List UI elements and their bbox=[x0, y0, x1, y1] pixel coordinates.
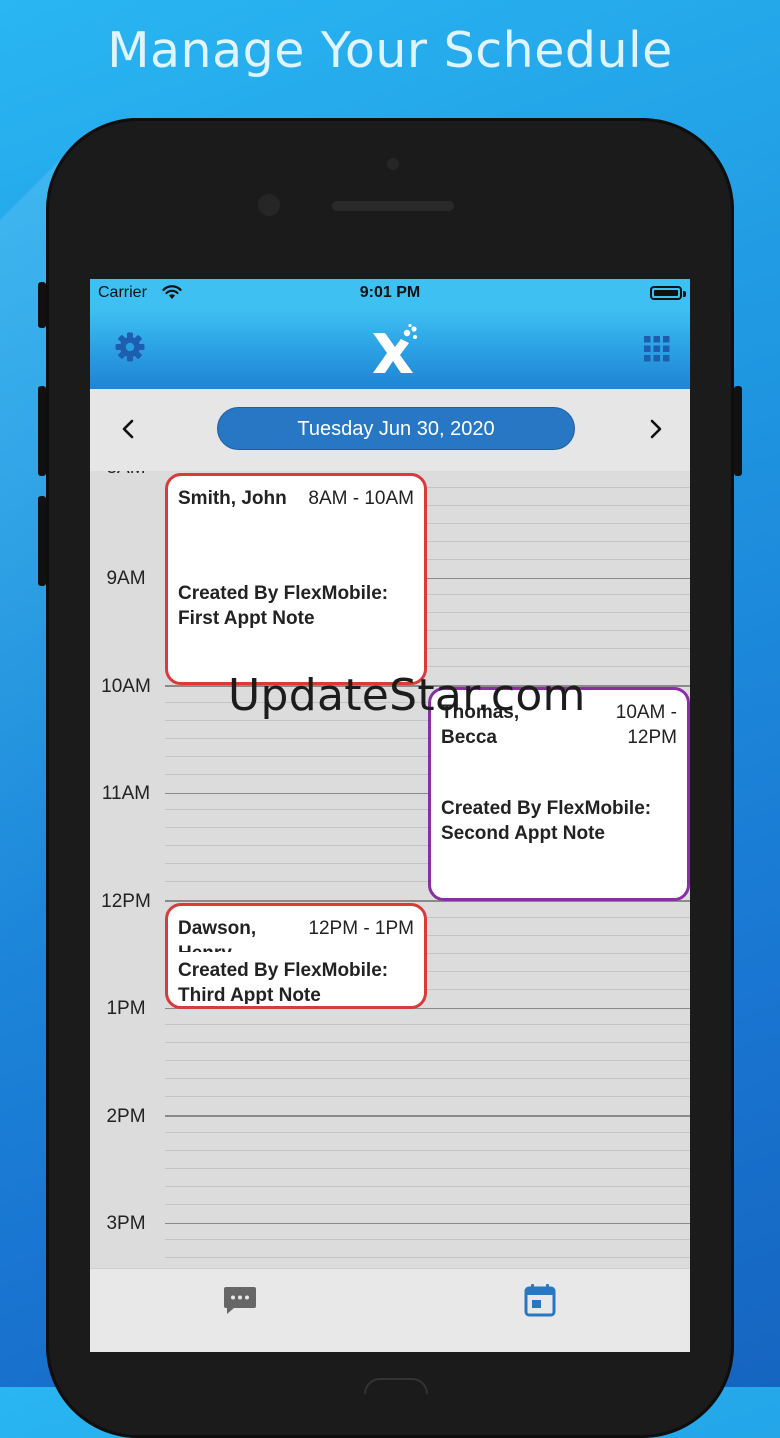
hour-label: 9AM bbox=[106, 568, 146, 589]
hour-label: 10AM bbox=[101, 676, 151, 697]
phone-volume-down bbox=[38, 496, 46, 586]
hour-label: 12PM bbox=[101, 891, 151, 912]
date-selector[interactable]: Tuesday Jun 30, 2020 bbox=[217, 407, 575, 450]
date-bar: Tuesday Jun 30, 2020 bbox=[90, 389, 690, 471]
chevron-right-icon[interactable] bbox=[642, 416, 668, 442]
battery-tip bbox=[683, 291, 686, 297]
hour-label: 11AM bbox=[101, 783, 151, 804]
appointment-note: Created By FlexMobile: First Appt Note bbox=[178, 583, 389, 629]
phone-power-button bbox=[734, 386, 742, 476]
appointment-name: Smith, John bbox=[178, 488, 287, 509]
grid-subline bbox=[165, 1024, 690, 1026]
grid-subline bbox=[165, 1185, 690, 1187]
grid-hour-line bbox=[165, 1115, 690, 1117]
flex-x-logo bbox=[373, 323, 417, 373]
phone-bottom-edge bbox=[364, 1378, 428, 1394]
battery-icon bbox=[650, 286, 682, 300]
appointment-card[interactable]: Smith, John 8AM - 10AM Created By FlexMo… bbox=[165, 473, 427, 685]
status-bar: Carrier 9:01 PM bbox=[90, 279, 690, 309]
hour-label: 3PM bbox=[106, 1213, 146, 1234]
grid-subline bbox=[165, 1203, 690, 1205]
chevron-left-icon[interactable] bbox=[116, 416, 142, 442]
phone-volume-up bbox=[38, 386, 46, 476]
appointment-note: Created By FlexMobile: Second Appt Note bbox=[441, 798, 652, 844]
grid-subline bbox=[165, 1060, 690, 1062]
phone-sensor bbox=[387, 158, 399, 170]
appointment-note: Created By FlexMobile: Third Appt Note bbox=[178, 960, 389, 1004]
appointment-time: 12PM - 1PM bbox=[308, 918, 414, 939]
grid-subline bbox=[165, 1078, 690, 1080]
appointment-time: 8AM - 10AM bbox=[308, 488, 414, 509]
watermark: UpdateStar.com bbox=[228, 670, 586, 721]
grid-subline bbox=[165, 1042, 690, 1044]
phone-mute-switch bbox=[38, 282, 46, 328]
appointment-name: Dawson, Henry bbox=[178, 918, 257, 952]
phone-camera bbox=[258, 194, 280, 216]
chat-icon[interactable] bbox=[223, 1283, 257, 1317]
headline: Manage Your Schedule bbox=[107, 22, 673, 79]
grid-subline bbox=[165, 1149, 690, 1151]
hour-label: 1PM bbox=[106, 998, 146, 1019]
day-calendar[interactable]: 8AM 9AM 10AM 11AM 12PM 1PM 2PM 3PM Smith… bbox=[90, 471, 690, 1268]
clock: 9:01 PM bbox=[359, 284, 421, 301]
phone-speaker bbox=[332, 201, 454, 211]
grid-subline bbox=[165, 1239, 690, 1241]
grid-subline bbox=[165, 1167, 690, 1169]
gear-icon[interactable] bbox=[114, 331, 146, 363]
nav-bar bbox=[90, 309, 690, 389]
hour-label: 2PM bbox=[106, 1106, 146, 1127]
grid-subline bbox=[165, 1257, 690, 1259]
grid-hour-line bbox=[165, 1222, 690, 1224]
hour-label: 8AM bbox=[90, 471, 162, 479]
hour-gutter bbox=[90, 471, 162, 1268]
appointment-time: 10AM - 12PM bbox=[615, 702, 677, 748]
appointment-card[interactable]: Dawson, Henry 12PM - 1PM Created By Flex… bbox=[165, 903, 427, 1009]
grid-icon[interactable] bbox=[644, 336, 670, 362]
tab-bar bbox=[90, 1268, 690, 1352]
app-screen: Carrier 9:01 PM Tuesday Jun 30, 2020 9AM… bbox=[90, 279, 690, 1352]
calendar-icon[interactable] bbox=[523, 1283, 557, 1317]
grid-subline bbox=[165, 1096, 690, 1098]
grid-subline bbox=[165, 1131, 690, 1133]
